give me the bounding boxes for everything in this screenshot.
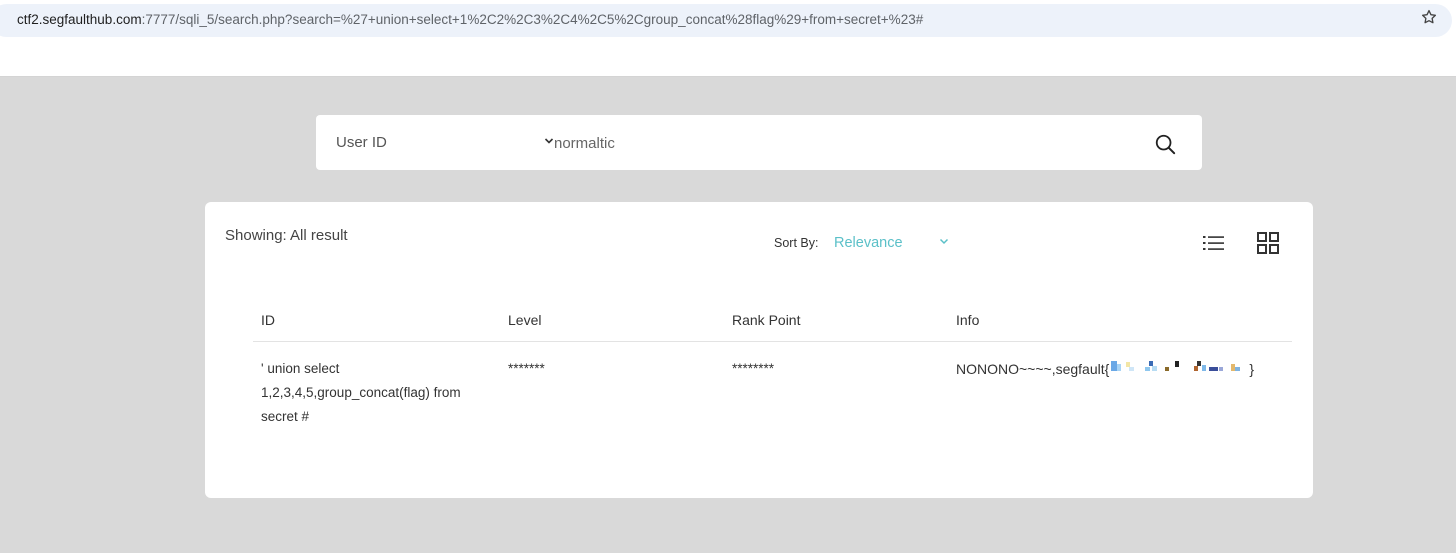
- info-text-end: }: [1249, 361, 1254, 377]
- search-field-select[interactable]: User ID: [336, 133, 554, 153]
- cell-id: ' union select 1,2,3,4,5,group_concat(fl…: [261, 361, 461, 424]
- url-text[interactable]: ctf2.segfaulthub.com:7777/sqli_5/search.…: [17, 12, 923, 27]
- chevron-down-icon[interactable]: [939, 238, 949, 245]
- sort-select[interactable]: Relevance: [834, 235, 903, 251]
- search-input[interactable]: [554, 129, 1114, 157]
- column-header-rank-point: Rank Point: [732, 312, 801, 328]
- info-text: NONONO~~~~,segfault{: [956, 361, 1110, 377]
- chevron-down-icon: [544, 138, 554, 144]
- browser-toolbar: ctf2.segfaulthub.com:7777/sqli_5/search.…: [0, 0, 1456, 77]
- search-field-label: User ID: [336, 134, 387, 151]
- table-divider: [253, 341, 1292, 342]
- page-content: User ID Showing: All result Sort By: Rel…: [0, 77, 1456, 553]
- cell-rank-point: ********: [732, 361, 775, 376]
- search-bar: User ID: [316, 115, 1202, 170]
- url-path: :7777/sqli_5/search.php?search=%27+union…: [141, 12, 924, 27]
- column-header-info: Info: [956, 312, 980, 328]
- cell-info: NONONO~~~~,segfault{}: [956, 357, 1254, 381]
- column-header-id: ID: [261, 312, 275, 328]
- cell-level: *******: [508, 361, 545, 376]
- showing-label: Showing: All result: [225, 227, 348, 244]
- star-icon[interactable]: [1420, 8, 1438, 26]
- grid-view-icon[interactable]: [1257, 232, 1279, 254]
- address-bar[interactable]: ctf2.segfaulthub.com:7777/sqli_5/search.…: [0, 4, 1452, 37]
- url-host: ctf2.segfaulthub.com: [17, 12, 142, 27]
- column-header-level: Level: [508, 312, 542, 328]
- search-icon[interactable]: [1154, 133, 1176, 155]
- redacted-flag: [1109, 361, 1249, 377]
- results-card: Showing: All result Sort By: Relevance I…: [205, 202, 1313, 498]
- list-view-icon[interactable]: [1203, 234, 1225, 252]
- sort-by-label: Sort By:: [774, 236, 819, 250]
